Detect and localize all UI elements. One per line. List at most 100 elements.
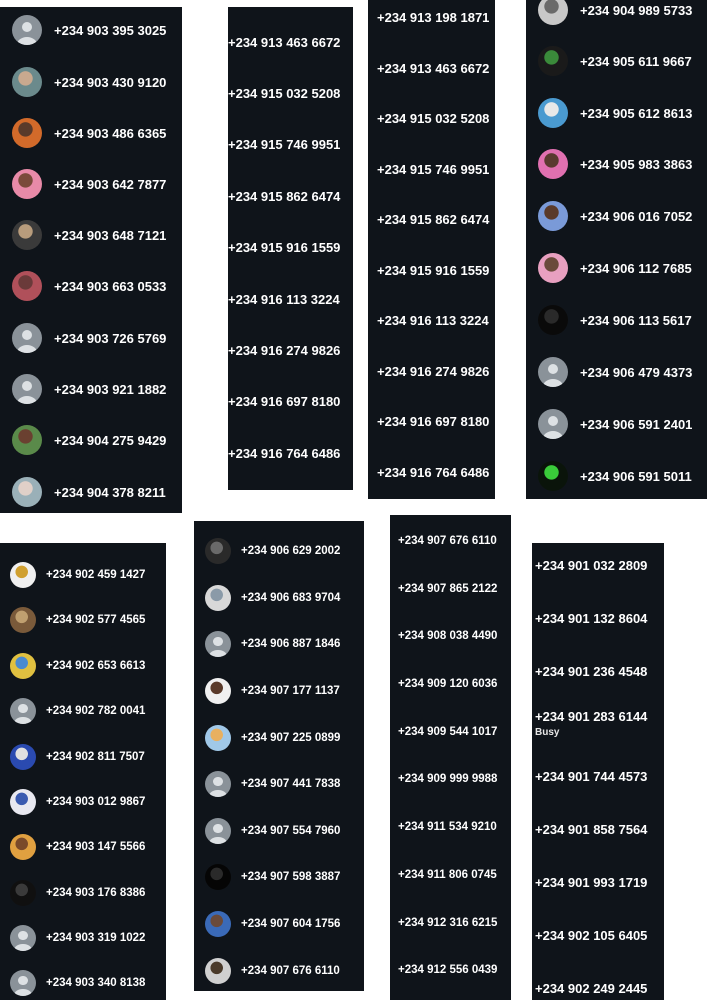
list-item[interactable]: +234 907 865 2122 [398,583,497,595]
phone-number: +234 906 591 5011 [580,468,692,484]
avatar [12,67,42,97]
list-item[interactable]: +234 913 463 6672 [377,61,489,76]
list-item[interactable]: +234 909 999 9988 [398,773,497,785]
list-item[interactable]: +234 903 726 5769 [12,323,166,353]
list-item[interactable]: +234 906 112 7685 [538,253,692,283]
list-item[interactable]: +234 916 697 8180 [377,414,489,429]
list-item[interactable]: +234 902 782 0041 [10,698,145,724]
list-item[interactable]: +234 911 806 0745 [398,869,497,881]
list-item[interactable]: +234 907 598 3887 [205,864,340,890]
default-avatar-icon [205,631,231,657]
list-item[interactable]: +234 902 811 7507 [10,744,145,770]
list-item[interactable]: +234 903 648 7121 [12,220,166,250]
list-item[interactable]: +234 906 479 4373 [538,357,692,387]
list-item[interactable]: +234 907 554 7960 [205,818,340,844]
list-item[interactable]: +234 904 989 5733 [538,0,692,25]
list-item[interactable]: +234 912 316 6215 [398,917,497,929]
list-item[interactable]: +234 915 746 9951 [228,137,340,152]
list-item[interactable]: +234 907 676 6110 [398,535,497,547]
list-item[interactable]: +234 901 283 6144 [535,709,647,724]
phone-number: +234 907 598 3887 [241,871,341,883]
default-avatar-icon [205,771,231,797]
phone-number: +234 906 591 2401 [580,416,693,432]
list-item[interactable]: +234 902 459 1427 [10,562,145,588]
phone-number: +234 901 744 4573 [535,769,648,784]
list-item[interactable]: +234 903 319 1022 [10,925,145,951]
list-item[interactable]: +234 905 983 3863 [538,149,692,179]
list-item[interactable]: +234 915 746 9951 [377,162,489,177]
list-item[interactable]: +234 915 916 1559 [228,240,340,255]
list-item[interactable]: +234 907 676 6110 [205,958,340,984]
list-item[interactable]: +234 903 430 9120 [12,67,166,97]
list-item[interactable]: +234 909 544 1017 [398,726,497,738]
list-item[interactable]: +234 903 921 1882 [12,374,166,404]
list-item[interactable]: +234 903 176 8386 [10,880,145,906]
list-item[interactable]: +234 906 887 1846 [205,631,340,657]
avatar [10,653,36,679]
phone-number: +234 915 862 6474 [228,189,341,204]
list-item[interactable]: +234 901 993 1719 [535,875,647,890]
list-item[interactable]: +234 903 340 8138 [10,970,145,996]
list-item[interactable]: +234 908 038 4490 [398,630,497,642]
list-item[interactable]: +234 916 274 9826 [228,343,340,358]
avatar [205,678,231,704]
phone-number: +234 901 032 2809 [535,558,648,573]
list-item[interactable]: +234 916 113 3224 [228,292,340,307]
list-item[interactable]: +234 911 534 9210 [398,821,497,833]
list-item[interactable]: +234 905 611 9667 [538,46,692,76]
list-item[interactable]: +234 907 225 0899 [205,725,340,751]
list-item[interactable]: +234 902 653 6613 [10,653,145,679]
list-item[interactable]: +234 915 032 5208 [228,86,340,101]
list-item[interactable]: +234 906 591 5011 [538,461,692,491]
list-item[interactable]: +234 903 395 3025 [12,15,166,45]
list-item[interactable]: +234 903 147 5566 [10,834,145,860]
phone-number: +234 903 648 7121 [54,227,167,243]
phone-number: +234 912 556 0439 [398,964,498,976]
list-item[interactable]: +234 913 463 6672 [228,35,340,50]
phone-number: +234 915 032 5208 [228,86,341,101]
list-item[interactable]: +234 901 744 4573 [535,769,647,784]
list-item[interactable]: +234 906 591 2401 [538,409,692,439]
contact-list-panel-1: +234 903 395 3025 +234 903 430 9120 +234… [0,7,182,513]
list-item[interactable]: +234 909 120 6036 [398,678,497,690]
list-item[interactable]: +234 916 274 9826 [377,364,489,379]
list-item[interactable]: +234 915 032 5208 [377,111,489,126]
list-item[interactable]: +234 906 113 5617 [538,305,692,335]
list-item[interactable]: +234 915 916 1559 [377,263,489,278]
list-item[interactable]: +234 907 177 1137 [205,678,340,704]
list-item[interactable]: +234 902 105 6405 [535,928,647,943]
list-item[interactable]: +234 907 604 1756 [205,911,340,937]
list-item[interactable]: +234 901 236 4548 [535,664,647,679]
list-item[interactable]: +234 903 012 9867 [10,789,145,815]
phone-number: +234 903 921 1882 [54,381,167,397]
list-item[interactable]: +234 916 764 6486 [228,446,340,461]
list-item[interactable]: +234 901 132 8604 [535,611,647,626]
list-item[interactable]: +234 902 577 4565 [10,607,145,633]
list-item[interactable]: +234 904 275 9429 [12,425,166,455]
phone-number: +234 903 430 9120 [54,74,167,90]
phone-number: +234 915 916 1559 [228,240,341,255]
list-item[interactable]: +234 915 862 6474 [228,189,340,204]
list-item[interactable]: +234 916 697 8180 [228,394,340,409]
list-item[interactable]: +234 916 764 6486 [377,465,489,480]
list-item[interactable]: +234 913 198 1871 [377,10,489,25]
list-item[interactable]: +234 903 642 7877 [12,169,166,199]
list-item[interactable]: +234 916 113 3224 [377,313,489,328]
list-item[interactable]: +234 903 486 6365 [12,118,166,148]
list-item[interactable]: +234 901 858 7564 [535,822,647,837]
list-item[interactable]: +234 907 441 7838 [205,771,340,797]
list-item[interactable]: +234 905 612 8613 [538,98,692,128]
phone-number: +234 903 395 3025 [54,22,167,38]
list-item[interactable]: +234 915 862 6474 [377,212,489,227]
contact-list-panel-6: +234 906 629 2002 +234 906 683 9704 +234… [194,521,364,991]
list-item[interactable]: +234 903 663 0533 [12,271,166,301]
list-item[interactable]: +234 906 016 7052 [538,201,692,231]
list-item[interactable]: +234 902 249 2445 [535,981,647,996]
list-item[interactable]: +234 906 629 2002 [205,538,340,564]
phone-number: +234 904 275 9429 [54,432,167,448]
list-item[interactable]: +234 906 683 9704 [205,585,340,611]
list-item[interactable]: +234 904 378 8211 [12,477,166,507]
list-item[interactable]: +234 912 556 0439 [398,964,497,976]
list-item[interactable]: +234 901 032 2809 [535,558,647,573]
avatar [10,744,36,770]
